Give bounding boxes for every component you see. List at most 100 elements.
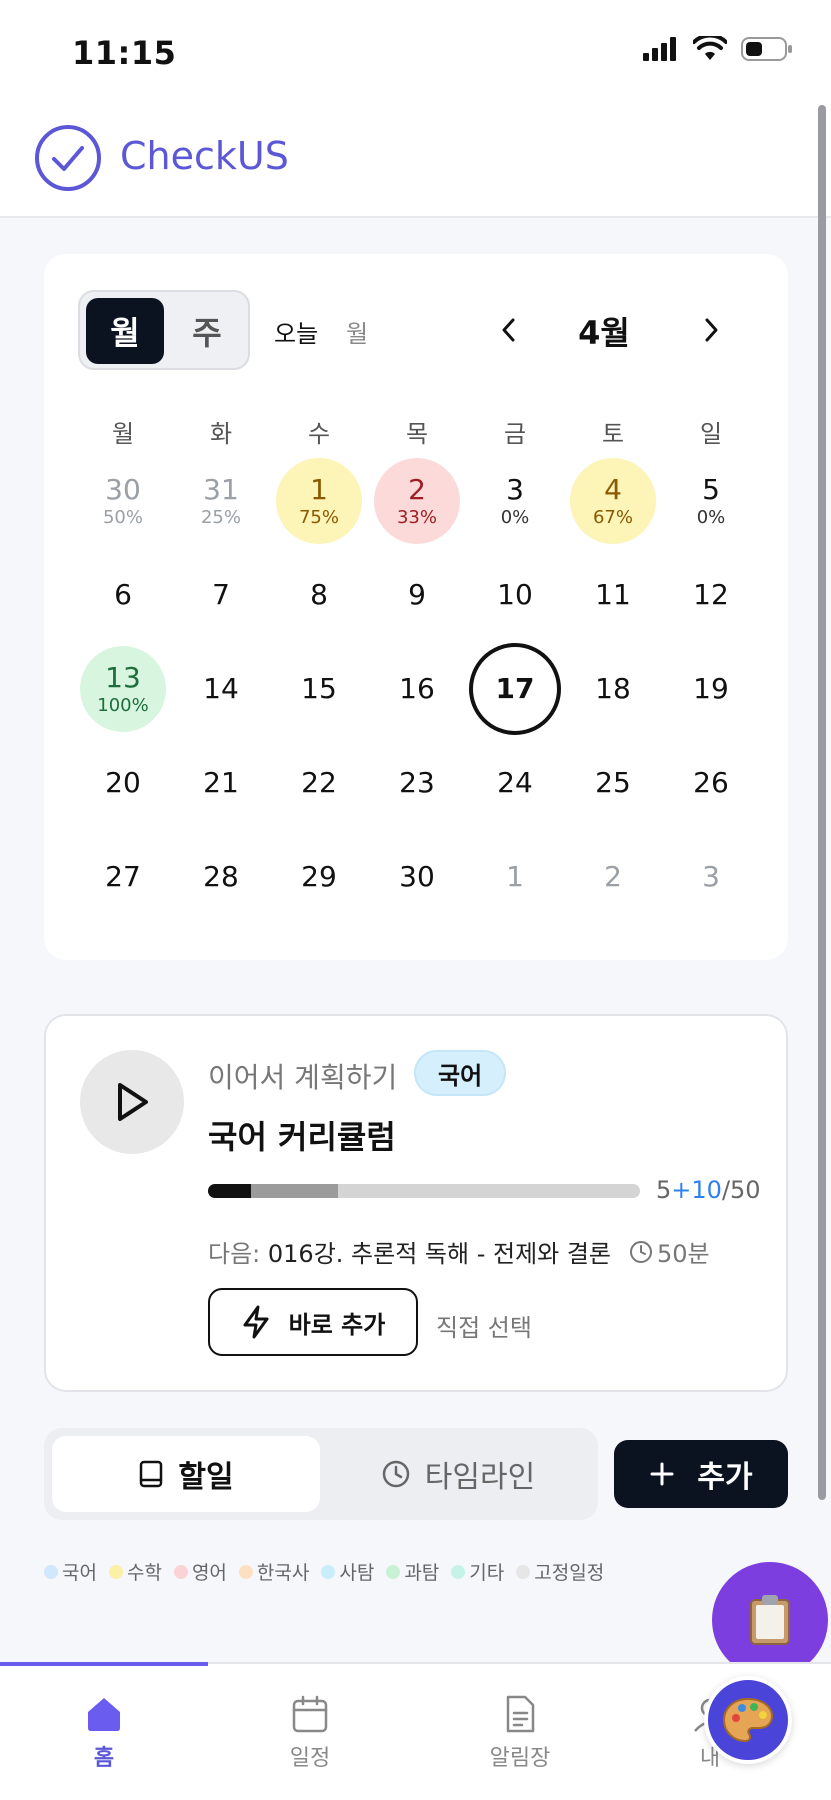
duration-text: 50분: [657, 1240, 710, 1268]
day-circle: 13 100%: [80, 646, 166, 732]
day-circle: 15: [276, 646, 362, 732]
calendar-day[interactable]: 5 0%: [662, 454, 760, 548]
status-icons: [643, 36, 793, 62]
calendar-day[interactable]: 11: [564, 548, 662, 642]
tab-timeline[interactable]: 타임라인: [326, 1436, 590, 1512]
calendar-day[interactable]: 3: [662, 830, 760, 924]
day-circle: 11: [570, 552, 656, 638]
day-circle: 28: [178, 834, 264, 920]
day-number: 29: [301, 859, 337, 893]
quick-add-button[interactable]: 바로 추가: [208, 1288, 418, 1356]
calendar-day[interactable]: 2: [564, 830, 662, 924]
day-circle: 2: [570, 834, 656, 920]
day-circle: 30 50%: [80, 458, 166, 544]
calendar-day[interactable]: 2 33%: [368, 454, 466, 548]
calendar-day[interactable]: 24: [466, 736, 564, 830]
day-number: 3: [506, 472, 524, 506]
calendar-day[interactable]: 22: [270, 736, 368, 830]
calendar-day[interactable]: 6: [74, 548, 172, 642]
calendar-day[interactable]: 19: [662, 642, 760, 736]
day-completion-percent: 33%: [396, 506, 437, 528]
add-task-button[interactable]: 추가: [614, 1440, 788, 1508]
today-button[interactable]: 오늘: [274, 314, 318, 349]
calendar-day[interactable]: 21: [172, 736, 270, 830]
weekday-label: 수: [307, 420, 331, 448]
day-number: 30: [399, 859, 435, 893]
calendar-day[interactable]: 1: [466, 830, 564, 924]
day-circle: 27: [80, 834, 166, 920]
nav-schedule[interactable]: 일정: [240, 1694, 380, 1772]
calendar-day[interactable]: 15: [270, 642, 368, 736]
legend-label: 수학: [126, 1562, 162, 1584]
calendar-day[interactable]: 4 67%: [564, 454, 662, 548]
day-circle: 16: [374, 646, 460, 732]
nav-notice[interactable]: 알림장: [450, 1694, 590, 1772]
toggle-month-button[interactable]: 월: [86, 298, 164, 364]
calendar-day[interactable]: 20: [74, 736, 172, 830]
calendar-day[interactable]: 9: [368, 548, 466, 642]
clipboard-icon: [750, 1595, 790, 1645]
scrollbar[interactable]: [818, 105, 826, 1500]
calendar-day[interactable]: 10: [466, 548, 564, 642]
palette-icon: [722, 1697, 774, 1743]
calendar-day[interactable]: 29: [270, 830, 368, 924]
plus-icon: [650, 1462, 674, 1486]
legend-dot: [44, 1564, 58, 1579]
calendar-day[interactable]: 14: [172, 642, 270, 736]
calendar-day[interactable]: 7: [172, 548, 270, 642]
day-number: 26: [693, 765, 729, 799]
wifi-icon: [693, 36, 727, 60]
continue-plan-label: 이어서 계획하기: [208, 1061, 398, 1094]
calendar-day[interactable]: 3 0%: [466, 454, 564, 548]
nav-home[interactable]: 홈: [34, 1694, 174, 1772]
chevron-right-icon[interactable]: [696, 312, 726, 348]
calendar-day[interactable]: 28: [172, 830, 270, 924]
calendar-day[interactable]: 31 25%: [172, 454, 270, 548]
calendar-day[interactable]: 30: [368, 830, 466, 924]
day-circle: 5 0%: [668, 458, 754, 544]
calendar-day[interactable]: 13 100%: [74, 642, 172, 736]
calendar-day[interactable]: 25: [564, 736, 662, 830]
calendar-day[interactable]: 26: [662, 736, 760, 830]
day-circle: 10: [472, 552, 558, 638]
weekday-label: 화: [209, 420, 233, 448]
day-number: 21: [203, 765, 239, 799]
calendar-day[interactable]: 27: [74, 830, 172, 924]
tab-todo[interactable]: 할일: [52, 1436, 320, 1512]
day-circle: 23: [374, 740, 460, 826]
calendar-day[interactable]: 23: [368, 736, 466, 830]
day-number: 23: [399, 765, 435, 799]
day-number: 1: [310, 472, 328, 506]
legend-label: 영어: [191, 1562, 227, 1584]
calendar-day[interactable]: 8: [270, 548, 368, 642]
clipboard-fab[interactable]: [712, 1562, 828, 1678]
chevron-left-icon[interactable]: [494, 312, 524, 348]
toggle-week-button[interactable]: 주: [168, 298, 246, 364]
next-lesson-line: 다음: 016강. 추론적 독해 - 전제와 결론 50분: [208, 1234, 710, 1269]
quick-add-label: 바로 추가: [288, 1310, 386, 1339]
calendar-day[interactable]: 18: [564, 642, 662, 736]
day-completion-percent: 67%: [592, 506, 633, 528]
legend-item: 한국사: [238, 1558, 309, 1585]
play-button[interactable]: [80, 1050, 184, 1154]
calendar-day[interactable]: 30 50%: [74, 454, 172, 548]
battery-icon: [741, 37, 792, 61]
weekday-label: 토: [601, 420, 625, 448]
tab-todo-label: 할일: [178, 1460, 234, 1495]
day-completion-percent: 0%: [696, 506, 726, 528]
calendar-day[interactable]: 16: [368, 642, 466, 736]
calendar-day-today[interactable]: 17: [466, 642, 564, 736]
day-number: 16: [399, 671, 435, 705]
today-month-label: 월: [346, 320, 369, 348]
calendar-day[interactable]: 1 75%: [270, 454, 368, 548]
palette-fab[interactable]: [704, 1676, 792, 1764]
day-completion-percent: 75%: [298, 506, 339, 528]
legend-item: 영어: [173, 1558, 227, 1585]
day-circle: 26: [668, 740, 754, 826]
direct-select-link[interactable]: 직접 선택: [436, 1308, 532, 1343]
legend-item: 과탐: [386, 1558, 439, 1585]
legend-dot: [108, 1564, 123, 1579]
calendar-day[interactable]: 12: [662, 548, 760, 642]
task-view-tabs: 할일 타임라인: [44, 1428, 598, 1520]
day-number: 7: [212, 577, 230, 611]
